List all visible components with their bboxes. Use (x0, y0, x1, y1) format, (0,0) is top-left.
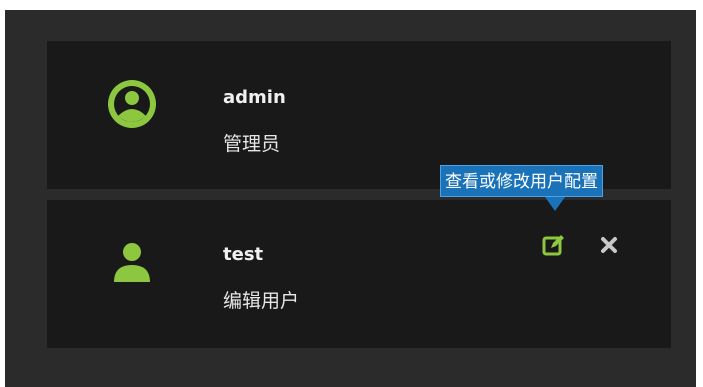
user-actions (539, 232, 624, 262)
user-role: 管理员 (223, 133, 281, 155)
user-role: 编辑用户 (223, 290, 300, 312)
edit-tooltip: 查看或修改用户配置 (440, 165, 603, 197)
user-name: test (223, 244, 264, 265)
user-icon (105, 234, 159, 288)
user-circle-icon (105, 77, 159, 131)
tooltip-arrow (545, 197, 565, 211)
user-name: admin (223, 87, 286, 108)
delete-user-button[interactable] (594, 232, 624, 262)
edit-user-button[interactable] (539, 232, 569, 262)
user-list-panel: admin 管理员 test 编辑用户 (5, 10, 696, 387)
user-row-test[interactable]: test 编辑用户 (47, 200, 671, 348)
close-icon (600, 236, 618, 258)
edit-icon (542, 233, 566, 261)
